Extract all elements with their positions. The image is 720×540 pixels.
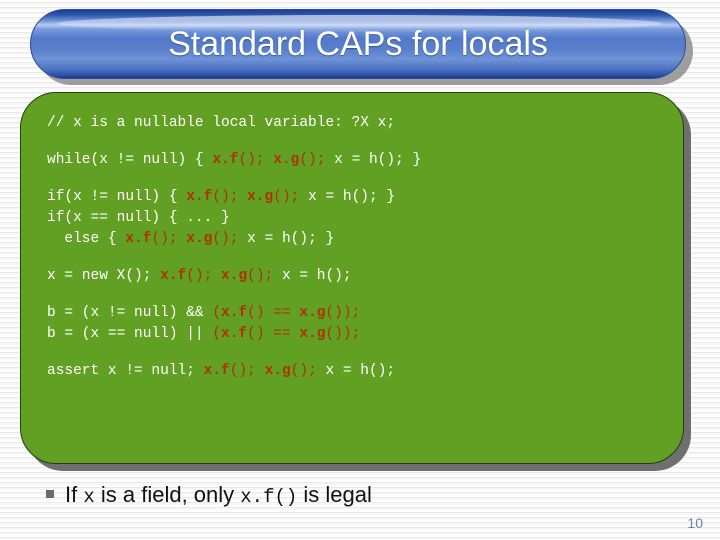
code-highlight: (	[212, 305, 222, 321]
title-pill: Standard CAPs for locals	[30, 9, 686, 79]
bullet-code-xf: x.f()	[240, 486, 298, 508]
code-highlight: x.g	[247, 189, 274, 205]
code-text: if(x != null) {	[47, 189, 187, 205]
code-line: b = (x != null) && (x.f() == x.g());	[47, 303, 673, 324]
code-highlight: x.f	[186, 189, 213, 205]
code-block: // x is a nullable local variable: ?X x;	[47, 113, 673, 134]
code-highlight: ();	[212, 189, 248, 205]
code-highlight: ();	[238, 152, 274, 168]
code-line: while(x != null) { x.f(); x.g(); x = h()…	[47, 150, 673, 171]
code-highlight: ());	[325, 305, 361, 321]
code-line: if(x != null) { x.f(); x.g(); x = h(); }	[47, 187, 673, 208]
code-highlight: ();	[151, 231, 187, 247]
code-line: x = new X(); x.f(); x.g(); x = h();	[47, 266, 673, 287]
code-highlight: x.f	[203, 363, 230, 379]
code-highlight: x.f	[125, 231, 152, 247]
code-line: assert x != null; x.f(); x.g(); x = h();	[47, 361, 673, 382]
bullet-text: If x is a field, only x.f() is legal	[65, 482, 372, 508]
code-listing: // x is a nullable local variable: ?X x;…	[47, 113, 673, 382]
code-highlight: x.g	[273, 152, 300, 168]
bullet-text-part2: is a field, only	[94, 482, 241, 507]
code-highlight: ();	[186, 268, 222, 284]
code-line: // x is a nullable local variable: ?X x;	[47, 113, 673, 134]
slide-canvas: Standard CAPs for locals // x is a nulla…	[0, 0, 720, 540]
code-highlight: x.f	[221, 305, 248, 321]
code-highlight: x.g	[299, 305, 326, 321]
code-highlight: ());	[325, 326, 361, 342]
code-highlight: x.f	[221, 326, 248, 342]
code-line: else { x.f(); x.g(); x = h(); }	[47, 229, 673, 250]
code-highlight: ();	[299, 152, 335, 168]
code-line: b = (x == null) || (x.f() == x.g());	[47, 324, 673, 345]
code-highlight: () ==	[247, 326, 300, 342]
code-block: assert x != null; x.f(); x.g(); x = h();	[47, 361, 673, 382]
code-highlight: ();	[247, 268, 282, 284]
code-highlight: ();	[273, 189, 309, 205]
code-highlight: ();	[212, 231, 248, 247]
code-text: while(x != null) {	[47, 152, 213, 168]
code-text: x = h(); }	[247, 231, 335, 247]
page-number: 10	[687, 515, 703, 531]
code-highlight: ();	[290, 363, 326, 379]
code-text: else {	[47, 231, 126, 247]
code-highlight: x.g	[221, 268, 248, 284]
code-highlight: x.g	[186, 231, 213, 247]
code-block: while(x != null) { x.f(); x.g(); x = h()…	[47, 150, 673, 171]
page-title: Standard CAPs for locals	[168, 24, 548, 63]
code-block: if(x != null) { x.f(); x.g(); x = h(); }…	[47, 187, 673, 250]
code-highlight: () ==	[247, 305, 300, 321]
code-line: if(x == null) { ... }	[47, 208, 673, 229]
bullet-text-part1: If	[65, 482, 84, 507]
code-block: x = new X(); x.f(); x.g(); x = h();	[47, 266, 673, 287]
code-highlight: x.g	[299, 326, 326, 342]
code-panel: // x is a nullable local variable: ?X x;…	[20, 92, 684, 464]
code-text: // x is a nullable local variable: ?X x;	[47, 115, 396, 131]
bullet-note: If x is a field, only x.f() is legal	[46, 482, 372, 508]
code-highlight: x.g	[264, 363, 291, 379]
code-highlight: x.f	[160, 268, 187, 284]
code-highlight: (	[212, 326, 222, 342]
code-text: x = h(); }	[334, 152, 422, 168]
code-text: x = h();	[281, 268, 352, 284]
code-text: x = new X();	[47, 268, 161, 284]
code-text: b = (x == null) ||	[47, 326, 213, 342]
code-text: if(x == null) { ... }	[47, 210, 230, 226]
code-text: x = h(); }	[308, 189, 396, 205]
square-bullet-icon	[46, 490, 54, 498]
code-highlight: x.f	[212, 152, 239, 168]
code-highlight: ();	[229, 363, 265, 379]
code-text: b = (x != null) &&	[47, 305, 213, 321]
code-text: assert x != null;	[47, 363, 204, 379]
code-text: x = h();	[325, 363, 396, 379]
code-block: b = (x != null) && (x.f() == x.g()); b = …	[47, 303, 673, 345]
bullet-text-part3: is legal	[297, 482, 372, 507]
bullet-code-x: x	[83, 486, 95, 508]
